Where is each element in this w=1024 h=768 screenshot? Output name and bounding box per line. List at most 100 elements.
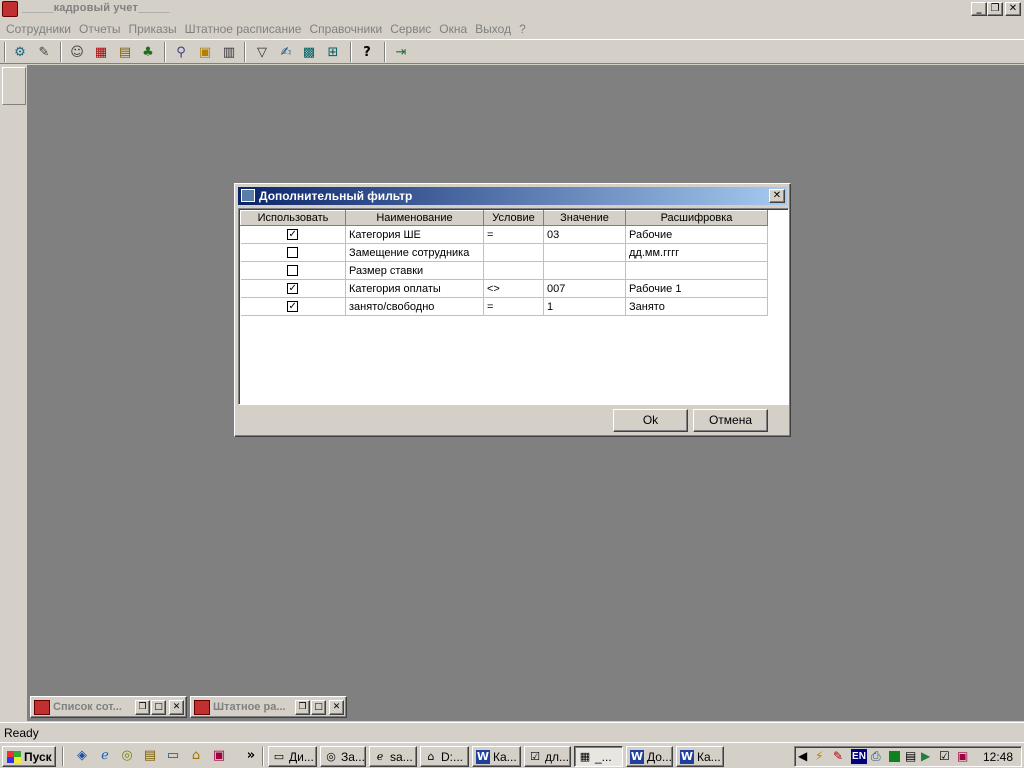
internet-explorer-icon[interactable]: ℯ	[96, 748, 114, 766]
app-icon[interactable]	[2, 1, 18, 17]
close-icon[interactable]: ✕	[329, 700, 344, 715]
cell-condition[interactable]	[483, 261, 544, 280]
maximize-icon[interactable]: □	[151, 700, 166, 715]
taskbar-task-button[interactable]: ▦ _...	[574, 746, 623, 767]
close-icon[interactable]: ✕	[169, 700, 184, 715]
column-header-condition[interactable]: Условие	[483, 210, 544, 226]
tool-icon[interactable]: ✎	[833, 749, 843, 763]
cell-value[interactable]: 03	[543, 225, 626, 244]
taskbar-task-button[interactable]: ⌂ D:...	[420, 746, 469, 767]
menu-help[interactable]: ?	[517, 20, 532, 38]
restore-icon[interactable]: ❐	[135, 700, 150, 715]
taskbar-task-button[interactable]: W Ка...	[676, 746, 724, 767]
menu-staff-schedule[interactable]: Штатное расписание	[183, 20, 308, 38]
outlook-icon[interactable]: ◎	[118, 748, 136, 766]
minimize-button[interactable]: _	[971, 2, 987, 16]
dialog-titlebar[interactable]: Дополнительный фильтр ✕	[238, 187, 787, 205]
person-icon[interactable]: ☺	[66, 42, 88, 63]
cell-name[interactable]: Размер ставки	[345, 261, 484, 280]
save-icon[interactable]: ▣	[210, 748, 228, 766]
table-row[interactable]: Замещение сотрудника дд.мм.гггг	[240, 243, 768, 262]
cell-value[interactable]: 007	[543, 279, 626, 298]
disk-icon[interactable]: ▣	[957, 749, 968, 763]
calendar-icon[interactable]: ▦	[90, 42, 112, 63]
column-header-value[interactable]: Значение	[543, 210, 626, 226]
book-icon[interactable]: ▣	[194, 42, 216, 63]
dock-grip[interactable]	[2, 67, 26, 105]
volume-icon[interactable]: ◀	[798, 749, 807, 763]
menu-employees[interactable]: Сотрудники	[4, 20, 77, 38]
ok-button[interactable]: Ok	[613, 409, 688, 432]
cell-condition[interactable]: =	[483, 225, 544, 244]
check-icon[interactable]: ☑	[939, 749, 950, 763]
restore-icon[interactable]: ❐	[295, 700, 310, 715]
cell-name[interactable]: Категория ШЕ	[345, 225, 484, 244]
clock[interactable]: 12:48	[983, 750, 1013, 764]
cell-name[interactable]: занято/свободно	[345, 297, 484, 316]
cell-value[interactable]: 1	[543, 297, 626, 316]
taskbar-task-button[interactable]: ▭ Ди...	[268, 746, 317, 767]
restore-button[interactable]: ❐	[987, 2, 1003, 16]
language-indicator[interactable]: EN	[851, 749, 867, 764]
menu-service[interactable]: Сервис	[388, 20, 437, 38]
document-icon[interactable]: ▤	[114, 42, 136, 63]
close-button[interactable]: ✕	[1005, 2, 1021, 16]
show-desktop-icon[interactable]: ◈	[73, 748, 91, 766]
printer-icon[interactable]: ⎙	[871, 749, 881, 764]
use-checkbox[interactable]: ✓	[287, 283, 299, 295]
employees-icon[interactable]: ⚙	[9, 42, 31, 63]
cell-value[interactable]	[543, 261, 626, 280]
menu-exit[interactable]: Выход	[473, 20, 517, 38]
notepad-icon[interactable]: ▤	[141, 748, 159, 766]
use-checkbox[interactable]: ✓	[287, 301, 299, 313]
table-row[interactable]: Размер ставки	[240, 261, 768, 280]
table-icon[interactable]: ▥	[218, 42, 240, 63]
taskbar-task-button[interactable]: ℯ sa...	[369, 746, 417, 767]
cell-decode[interactable]: Занято	[625, 297, 768, 316]
menu-orders[interactable]: Приказы	[126, 20, 182, 38]
menu-reports[interactable]: Отчеты	[77, 20, 126, 38]
start-button[interactable]: Пуск	[2, 746, 56, 767]
taskbar-task-button[interactable]: ◎ За...	[320, 746, 366, 767]
menu-references[interactable]: Справочники	[307, 20, 388, 38]
document-icon[interactable]: ▤	[905, 749, 916, 763]
cell-decode[interactable]: Рабочие	[625, 225, 768, 244]
menu-windows[interactable]: Окна	[437, 20, 473, 38]
column-header-name[interactable]: Наименование	[345, 210, 484, 226]
cell-value[interactable]	[543, 243, 626, 262]
taskbar-task-button[interactable]: ☑ дл...	[524, 746, 571, 767]
computer-icon[interactable]: ▭	[164, 748, 182, 766]
minimized-window-employee-list[interactable]: Список сот... ❐ □ ✕	[30, 696, 187, 718]
table-row[interactable]: ✓ Категория оплаты <> 007 Рабочие 1	[240, 279, 768, 298]
palm-tree-icon[interactable]: ♣	[137, 42, 159, 63]
filter-icon[interactable]: ▽	[251, 42, 273, 63]
play-icon[interactable]: ▶	[921, 749, 930, 763]
cell-condition[interactable]: =	[483, 297, 544, 316]
column-header-decode[interactable]: Расшифровка	[625, 210, 768, 226]
cell-condition[interactable]	[483, 243, 544, 262]
table-row[interactable]: ✓ Категория ШЕ = 03 Рабочие	[240, 225, 768, 244]
column-header-use[interactable]: Использовать	[240, 210, 346, 226]
tools-icon[interactable]: ✎	[33, 42, 55, 63]
use-checkbox[interactable]	[287, 265, 299, 277]
edit-icon[interactable]: ✍	[275, 42, 297, 63]
minimized-window-staff-schedule[interactable]: Штатное ра... ❐ □ ✕	[190, 696, 347, 718]
green-square-icon[interactable]	[889, 751, 900, 762]
cell-decode[interactable]: Рабочие 1	[625, 279, 768, 298]
taskbar-task-button[interactable]: W Ка...	[472, 746, 521, 767]
more-quicklaunch-icon[interactable]: »	[242, 748, 260, 766]
network-icon[interactable]: ⚡	[815, 749, 823, 763]
cell-name[interactable]: Категория оплаты	[345, 279, 484, 298]
cell-decode[interactable]: дд.мм.гггг	[625, 243, 768, 262]
exit-door-icon[interactable]: ⇥	[390, 42, 412, 63]
taskbar-task-button[interactable]: W До...	[626, 746, 673, 767]
search-people-icon[interactable]: ⚲	[170, 42, 192, 63]
window-icon[interactable]: ▩	[298, 42, 320, 63]
use-checkbox[interactable]	[287, 247, 299, 259]
use-checkbox[interactable]: ✓	[287, 229, 299, 241]
folder-icon[interactable]: ⌂	[187, 748, 205, 766]
grid-icon[interactable]: ⊞	[322, 42, 344, 63]
cell-decode[interactable]	[625, 261, 768, 280]
cell-name[interactable]: Замещение сотрудника	[345, 243, 484, 262]
dialog-close-icon[interactable]: ✕	[769, 189, 785, 203]
